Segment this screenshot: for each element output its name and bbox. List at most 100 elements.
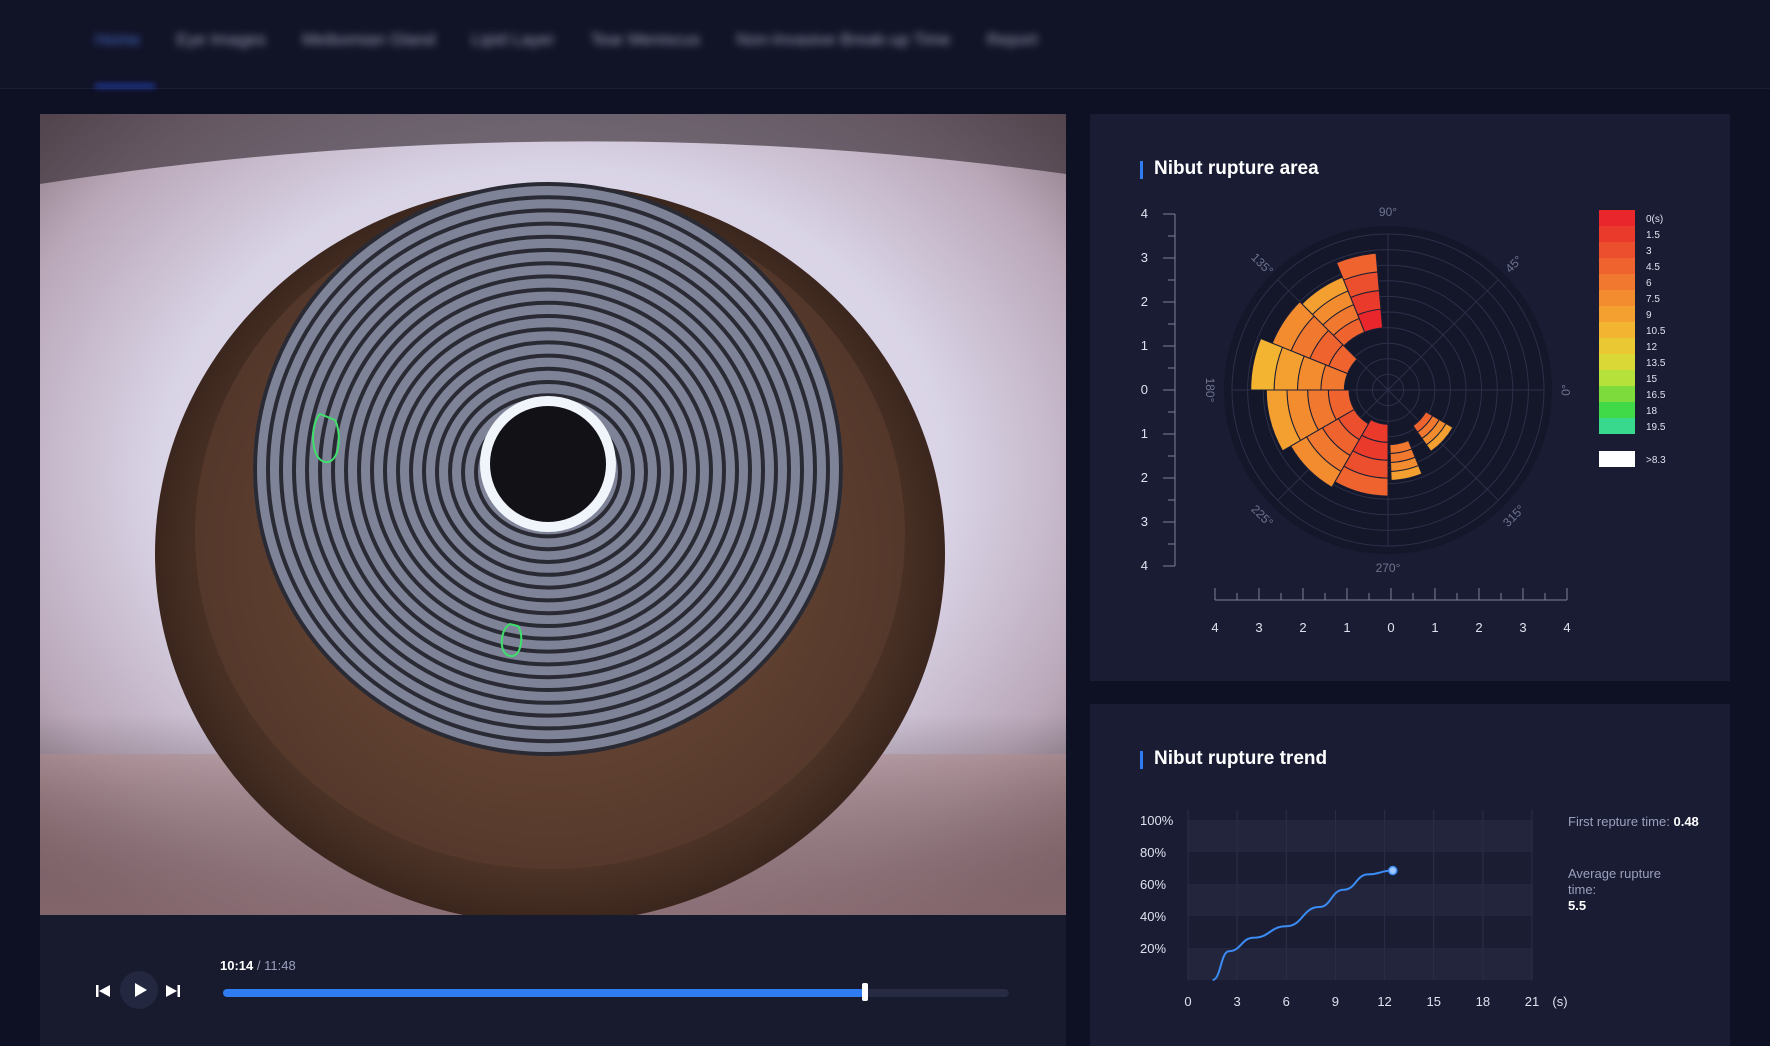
legend-label: 9 bbox=[1646, 310, 1652, 321]
legend-swatch bbox=[1599, 274, 1635, 290]
trend-band bbox=[1188, 916, 1532, 948]
y-tick-label: 3 bbox=[1141, 250, 1148, 265]
trend-x-tick: 21 bbox=[1525, 994, 1539, 1009]
y-tick-label: 2 bbox=[1141, 294, 1148, 309]
legend-label: 16.5 bbox=[1646, 390, 1666, 401]
nav-item-tear-meniscus[interactable]: Tear Meniscus bbox=[591, 30, 701, 50]
nav-item-home[interactable]: Home bbox=[95, 30, 140, 50]
legend-label: 18 bbox=[1646, 406, 1658, 417]
legend-swatch bbox=[1599, 290, 1635, 306]
x-tick-label: 4 bbox=[1211, 620, 1218, 635]
skip-back-icon[interactable] bbox=[95, 983, 111, 999]
trend-x-tick: 6 bbox=[1283, 994, 1290, 1009]
y-tick-label: 1 bbox=[1141, 426, 1148, 441]
trend-y-tick: 40% bbox=[1140, 909, 1166, 924]
y-tick-label: 3 bbox=[1141, 514, 1148, 529]
total-time: 11:48 bbox=[264, 958, 296, 973]
trend-x-tick: 9 bbox=[1332, 994, 1339, 1009]
legend-label: 15 bbox=[1646, 374, 1658, 385]
rupture-trend-card: Nibut rupture trend 100% 80% 60% 40% 20% 0 3 6 9… bbox=[1090, 704, 1730, 1046]
first-rupture-value: 0.48 bbox=[1673, 814, 1699, 829]
trend-y-tick: 20% bbox=[1140, 941, 1166, 956]
nav-menu: Home Eye Images Meibomian Gland Lipid La… bbox=[95, 30, 1038, 50]
legend-label: 0(s) bbox=[1646, 214, 1663, 225]
nav-item-lipid[interactable]: Lipid Layer bbox=[471, 30, 554, 50]
progress-handle[interactable] bbox=[862, 983, 869, 1001]
current-time: 10:14 bbox=[220, 958, 254, 973]
angle-label: 90° bbox=[1379, 205, 1397, 219]
y-tick-label: 1 bbox=[1141, 338, 1148, 353]
legend-label: 3 bbox=[1646, 246, 1652, 257]
video-panel: 10:14 / 11:48 bbox=[40, 114, 1066, 1046]
legend-swatch bbox=[1599, 226, 1635, 242]
x-tick-label: 3 bbox=[1255, 620, 1262, 635]
angle-label: 135° bbox=[1248, 250, 1276, 278]
legend-swatch bbox=[1599, 418, 1635, 434]
first-rupture-stat: First repture time: 0.48 bbox=[1568, 814, 1699, 830]
legend-swatch bbox=[1599, 338, 1635, 354]
y-tick-label: 4 bbox=[1141, 206, 1148, 221]
legend-swatch bbox=[1599, 242, 1635, 258]
legend-label: 12 bbox=[1646, 342, 1658, 353]
x-tick-label: 2 bbox=[1475, 620, 1482, 635]
legend-swatch bbox=[1599, 354, 1635, 370]
x-tick-label: 0 bbox=[1387, 620, 1394, 635]
time-display: 10:14 / 11:48 bbox=[220, 958, 296, 973]
angle-label: 225° bbox=[1248, 502, 1276, 530]
trend-y-tick: 60% bbox=[1140, 877, 1166, 892]
legend-swatch bbox=[1599, 210, 1635, 226]
trend-x-tick: 3 bbox=[1234, 994, 1241, 1009]
nav-item-nibut[interactable]: Non-Invasive Break-up Time bbox=[736, 30, 950, 50]
top-navigation: Home Eye Images Meibomian Gland Lipid La… bbox=[0, 0, 1770, 89]
trend-x-tick: 0 bbox=[1184, 994, 1191, 1009]
x-tick-label: 1 bbox=[1431, 620, 1438, 635]
trend-x-tick: 15 bbox=[1426, 994, 1440, 1009]
nav-item-meibomian[interactable]: Meibomian Gland bbox=[302, 30, 435, 50]
trend-x-tick: 18 bbox=[1476, 994, 1490, 1009]
angle-label: 270° bbox=[1376, 561, 1401, 575]
legend-label: 6 bbox=[1646, 278, 1652, 289]
nav-active-indicator bbox=[95, 84, 155, 88]
y-tick-label: 0 bbox=[1141, 382, 1148, 397]
angle-label: 0° bbox=[1559, 384, 1573, 396]
legend-label: 4.5 bbox=[1646, 262, 1660, 273]
eye-video-frame[interactable] bbox=[40, 114, 1066, 915]
x-tick-label: 2 bbox=[1299, 620, 1306, 635]
rupture-area-chart: 4321012344 3 2 1 0 1 2 3 490°45°0°315°270°225°18… bbox=[1141, 205, 1666, 635]
trend-band bbox=[1188, 884, 1532, 916]
legend-overflow-swatch bbox=[1599, 451, 1635, 467]
trend-y-tick: 80% bbox=[1140, 845, 1166, 860]
video-controls: 10:14 / 11:48 bbox=[40, 915, 1066, 1046]
nav-item-eye-images[interactable]: Eye Images bbox=[176, 30, 266, 50]
legend-label: 7.5 bbox=[1646, 294, 1660, 305]
legend-swatch bbox=[1599, 258, 1635, 274]
angle-label: 180° bbox=[1203, 378, 1217, 403]
trend-band bbox=[1188, 948, 1532, 980]
trend-x-unit: (s) bbox=[1552, 994, 1567, 1009]
progress-bar[interactable] bbox=[223, 983, 1009, 1001]
legend-swatch bbox=[1599, 402, 1635, 418]
legend-label: 10.5 bbox=[1646, 326, 1666, 337]
angle-label: 45° bbox=[1502, 253, 1525, 276]
trend-band bbox=[1188, 820, 1532, 852]
average-rupture-label: Average rupture time: bbox=[1568, 866, 1661, 897]
time-separator: / bbox=[256, 958, 261, 973]
first-rupture-label: First repture time: bbox=[1568, 814, 1670, 829]
y-tick-label: 2 bbox=[1141, 470, 1148, 485]
eye-image bbox=[40, 114, 1066, 915]
x-tick-label: 4 bbox=[1563, 620, 1570, 635]
legend-swatch bbox=[1599, 322, 1635, 338]
trend-end-point bbox=[1388, 865, 1398, 876]
legend-label: 1.5 bbox=[1646, 230, 1660, 241]
play-button[interactable] bbox=[120, 971, 158, 1009]
skip-forward-icon[interactable] bbox=[165, 983, 181, 999]
legend-label: 13.5 bbox=[1646, 358, 1666, 369]
trend-x-tick: 12 bbox=[1377, 994, 1391, 1009]
trend-y-tick: 100% bbox=[1140, 813, 1174, 828]
legend-overflow-label: >8.3 bbox=[1646, 455, 1666, 466]
nav-item-report[interactable]: Report bbox=[987, 30, 1038, 50]
play-icon bbox=[135, 983, 147, 997]
angle-label: 315° bbox=[1500, 502, 1528, 530]
legend-label: 19.5 bbox=[1646, 422, 1666, 433]
y-tick-label: 4 bbox=[1141, 558, 1148, 573]
